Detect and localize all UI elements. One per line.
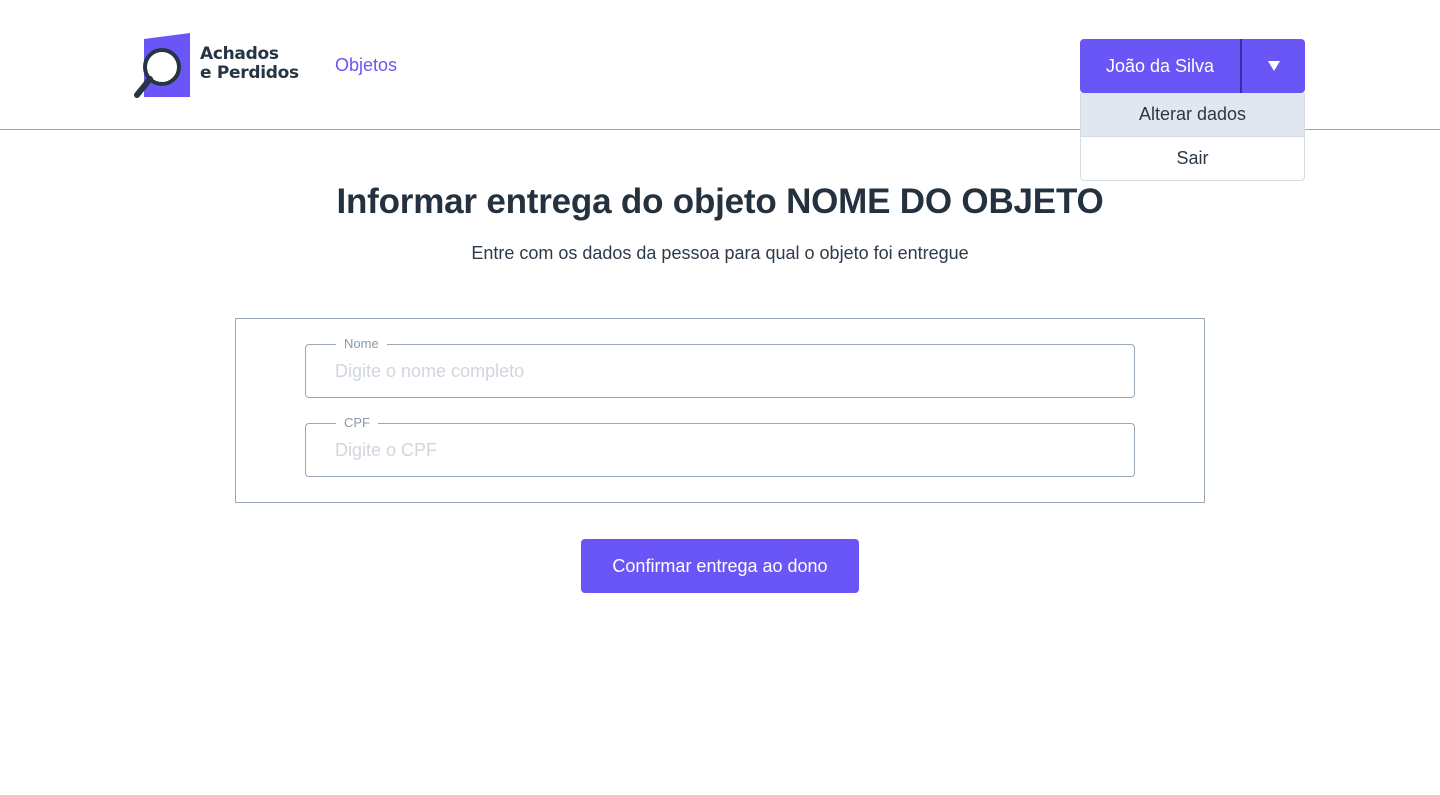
brand-name: Achados e Perdidos: [200, 45, 299, 83]
user-name-button[interactable]: João da Silva: [1080, 39, 1242, 93]
brand-logo[interactable]: Achados e Perdidos: [134, 33, 309, 99]
nav-objetos-link[interactable]: Objetos: [335, 55, 397, 76]
user-menu-toggle-button[interactable]: [1242, 39, 1305, 93]
page-title: Informar entrega do objeto NOME DO OBJET…: [336, 182, 1104, 221]
magnifier-logo-icon: [134, 33, 190, 98]
caret-down-icon: [1267, 61, 1280, 71]
menu-item-alterar-dados[interactable]: Alterar dados: [1081, 93, 1304, 136]
delivery-form: Nome CPF: [235, 318, 1205, 503]
cpf-field: CPF: [305, 415, 1135, 477]
nome-input[interactable]: [306, 345, 1134, 397]
confirm-delivery-button[interactable]: Confirmar entrega ao dono: [581, 539, 859, 593]
menu-item-sair[interactable]: Sair: [1081, 136, 1304, 180]
brand-name-line1: Achados: [200, 44, 279, 64]
nome-label: Nome: [336, 336, 387, 352]
brand-name-line2: e Perdidos: [200, 63, 299, 83]
page-subtitle: Entre com os dados da pessoa para qual o…: [471, 243, 969, 263]
cpf-label: CPF: [336, 415, 378, 431]
nome-field: Nome: [305, 336, 1135, 398]
user-menu-button-group: João da Silva: [1080, 39, 1305, 93]
cpf-input[interactable]: [306, 424, 1134, 476]
user-dropdown-menu: Alterar dados Sair: [1080, 93, 1305, 181]
